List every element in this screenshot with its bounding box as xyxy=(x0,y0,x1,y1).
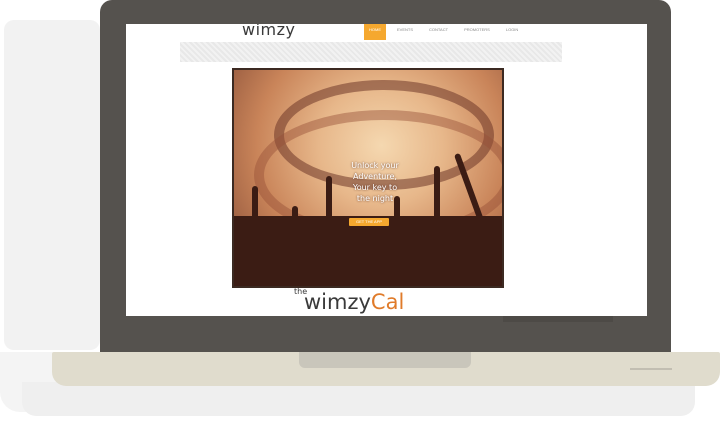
hero-line: the night xyxy=(356,194,394,203)
site-logo[interactable]: wimzy xyxy=(242,24,295,39)
site-nav: HOME EVENTS CONTACT PROMOTERS LOGIN xyxy=(364,24,523,40)
laptop-notch xyxy=(299,352,471,368)
header-pattern-strip xyxy=(180,42,562,62)
hero-tagline: Unlock your Adventure, Your key to the n… xyxy=(340,160,410,204)
nav-home[interactable]: HOME xyxy=(364,24,386,40)
screen-edge-highlight xyxy=(503,316,613,322)
nav-events[interactable]: EVENTS xyxy=(392,24,418,40)
hero-line: Unlock your xyxy=(351,161,399,170)
nav-contact[interactable]: CONTACT xyxy=(424,24,453,40)
hero-line: Adventure, xyxy=(353,172,397,181)
get-app-button[interactable]: GET THE APP xyxy=(349,218,389,226)
laptop-screen: wimzy HOME EVENTS CONTACT PROMOTERS LOGI… xyxy=(126,24,647,316)
footer-logo-suffix: Cal xyxy=(370,290,405,314)
background-shadow xyxy=(22,382,695,416)
nav-promoters[interactable]: PROMOTERS xyxy=(459,24,495,40)
footer-logo-prefix: the xyxy=(294,287,308,296)
hero-image: Unlock your Adventure, Your key to the n… xyxy=(232,68,504,288)
background-shadow xyxy=(4,20,100,350)
nav-login[interactable]: LOGIN xyxy=(501,24,523,40)
crowd-silhouette xyxy=(234,216,502,286)
laptop-vent-line xyxy=(630,368,672,370)
hero-line: Your key to xyxy=(352,183,398,192)
footer-logo-word: wimzy xyxy=(304,290,371,314)
footer-logo: the wimzyCal xyxy=(294,287,405,314)
